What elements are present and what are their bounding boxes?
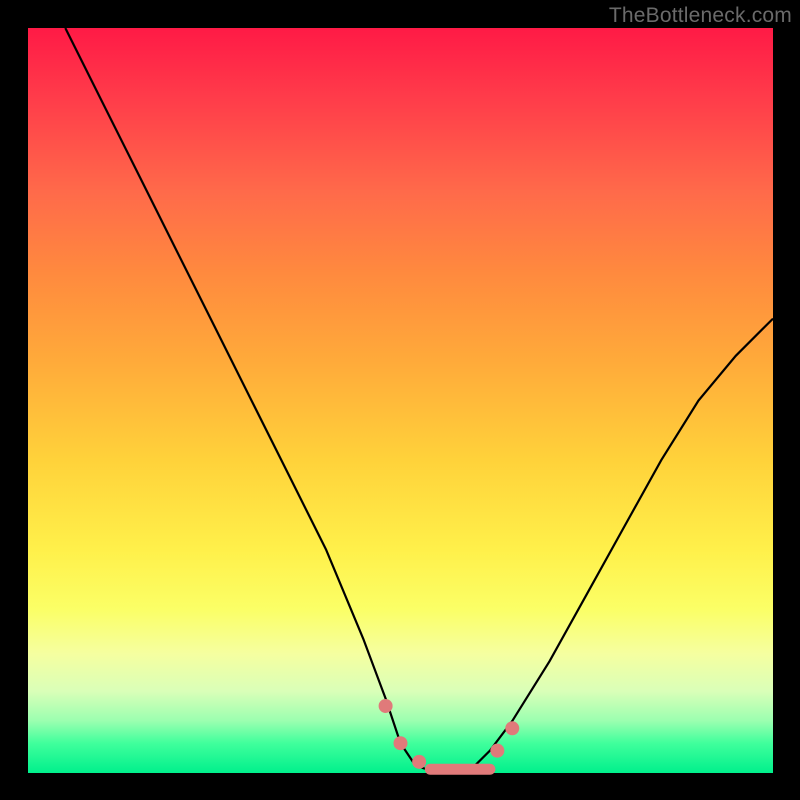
trough-dot-0 [379, 699, 393, 713]
trough-dot-2 [412, 755, 426, 769]
curve-markers [379, 699, 520, 769]
trough-dot-1 [394, 736, 408, 750]
trough-dot-3 [490, 744, 504, 758]
trough-dot-4 [505, 721, 519, 735]
bottleneck-curve [65, 28, 773, 773]
chart-svg [28, 28, 773, 773]
watermark-text: TheBottleneck.com [609, 4, 792, 28]
plot-area [28, 28, 773, 773]
chart-stage: TheBottleneck.com [0, 0, 800, 800]
